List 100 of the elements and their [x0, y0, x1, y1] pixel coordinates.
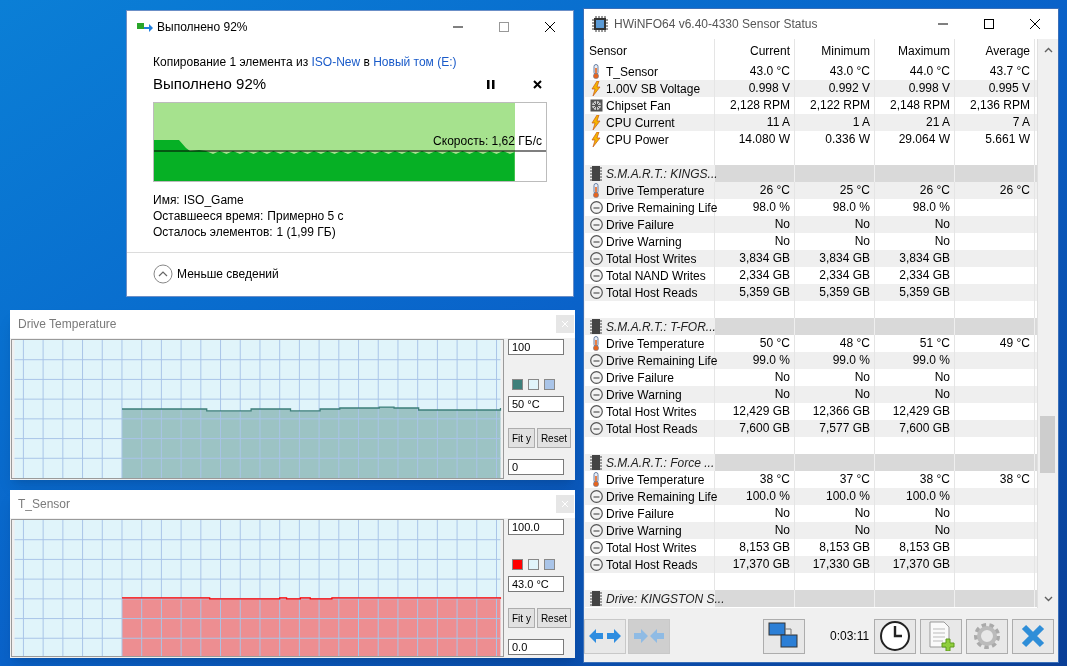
sensor-name: Drive Failure	[606, 216, 674, 234]
elapsed-time: 0:03:11	[830, 628, 870, 645]
fan-icon	[589, 99, 603, 112]
max-value-field[interactable]: 100	[508, 339, 564, 355]
sensor-name: CPU Current	[606, 114, 675, 132]
clock-button[interactable]	[874, 618, 917, 654]
detail-value: Примерно 5 с	[267, 208, 344, 224]
sensor-name: Chipset Fan	[606, 97, 671, 115]
current-value-field[interactable]: 43.0 °C	[508, 576, 564, 592]
sensor-name: 1.00V SB Voltage	[606, 80, 701, 98]
color-swatch[interactable]	[512, 379, 523, 390]
gauge-icon	[589, 507, 603, 520]
folder-link[interactable]: ISO-New	[311, 55, 361, 69]
graph-button[interactable]: Fit y	[508, 428, 535, 448]
detail-label: Оставшееся время:	[153, 208, 264, 224]
collapse-icon[interactable]	[153, 264, 173, 284]
stop-icon	[532, 79, 542, 89]
sensor-name: Drive Warning	[606, 522, 682, 540]
graph-button[interactable]: Reset	[536, 608, 571, 628]
chip-icon	[590, 455, 602, 470]
sensor-name: Total Host Reads	[606, 556, 698, 574]
gauge-icon	[589, 235, 603, 248]
color-swatch[interactable]	[544, 559, 555, 570]
graph-button[interactable]: Fit y	[508, 608, 535, 628]
color-swatch[interactable]	[528, 379, 539, 390]
color-swatch[interactable]	[528, 559, 539, 570]
lightning-icon	[591, 115, 601, 130]
sensor-name: Drive Failure	[606, 505, 674, 523]
gauge-icon	[589, 541, 603, 554]
lightning-icon	[591, 132, 601, 147]
double-arrow-icon	[588, 628, 622, 644]
color-swatch[interactable]	[512, 559, 523, 570]
gauge-icon	[589, 371, 603, 384]
speed-label: Скорость: 1,62 ГБ/с	[433, 134, 542, 148]
close-button[interactable]	[556, 495, 574, 513]
sensor-name: Drive Remaining Life	[606, 199, 718, 217]
current-value-field[interactable]: 50 °C	[508, 396, 564, 412]
detail-label: Осталось элементов:	[153, 224, 273, 240]
chip-icon	[590, 166, 602, 181]
sensor-name: Drive Temperature	[606, 335, 705, 353]
network-button[interactable]	[763, 618, 805, 654]
window-title: Drive Temperature	[18, 316, 118, 333]
fewer-details-button[interactable]: Меньше сведений	[177, 265, 279, 283]
sensor-name: Drive Remaining Life	[606, 488, 718, 506]
window-title: Выполнено 92%	[157, 19, 249, 36]
sensor-name: Total NAND Writes	[606, 267, 706, 285]
scroll-up-icon[interactable]	[1044, 47, 1053, 53]
progress-heading: Выполнено 92%	[153, 73, 268, 94]
chip-icon	[590, 591, 602, 606]
close-icon	[544, 21, 556, 33]
close-icon	[1021, 624, 1046, 648]
min-value-field[interactable]: 0.0	[508, 639, 564, 655]
converging-arrows-icon	[632, 628, 666, 644]
scrollbar[interactable]	[1037, 39, 1058, 608]
color-swatch[interactable]	[544, 379, 555, 390]
sensor-name: T_Sensor	[606, 63, 659, 81]
window-title: HWiNFO64 v6.40-4330 Sensor Status	[614, 16, 819, 33]
folder-link[interactable]: Новый том (E:)	[373, 55, 457, 69]
scrollbar-thumb[interactable]	[1040, 416, 1055, 473]
expand-button[interactable]	[584, 618, 626, 654]
detail-value: ISO_Game	[183, 192, 244, 208]
max-value-field[interactable]: 100.0	[508, 519, 564, 535]
sensor-name: Drive Warning	[606, 233, 682, 251]
scroll-down-icon[interactable]	[1044, 596, 1053, 602]
close-icon	[562, 501, 568, 507]
sensor-name: CPU Power	[606, 131, 669, 149]
sensor-name: Total Host Writes	[606, 403, 697, 421]
sensor-name: Drive Temperature	[606, 182, 705, 200]
lightning-icon	[591, 81, 601, 96]
graph-button[interactable]: Reset	[536, 428, 571, 448]
pause-icon	[487, 79, 495, 89]
sensor-name: Total Host Writes	[606, 250, 697, 268]
close-button[interactable]	[556, 315, 574, 333]
sensor-name: Total Host Reads	[606, 284, 698, 302]
sensor-name: Drive Warning	[606, 386, 682, 404]
min-value-field[interactable]: 0	[508, 459, 564, 475]
detail-value: 1 (1,99 ГБ)	[276, 224, 336, 240]
close-icon	[562, 321, 568, 327]
add-document-icon	[927, 621, 956, 651]
gauge-icon	[589, 201, 603, 214]
sensor-name: Total Host Reads	[606, 420, 698, 438]
detail-label: Имя:	[153, 192, 180, 208]
collapse-button[interactable]	[628, 618, 670, 654]
sensor-name: Drive Remaining Life	[606, 352, 718, 370]
gear-icon	[972, 621, 1003, 651]
copy-icon	[137, 21, 153, 33]
gauge-icon	[589, 405, 603, 418]
sensor-name: Total Host Writes	[606, 539, 697, 557]
maximize-icon	[983, 18, 995, 30]
chip-icon	[590, 319, 602, 334]
gauge-icon	[589, 269, 603, 282]
sensor-name: Drive Temperature	[606, 471, 705, 489]
settings-button[interactable]	[966, 618, 1009, 654]
monitors-icon	[767, 621, 801, 651]
chip-icon	[592, 16, 608, 32]
clock-icon	[879, 620, 912, 652]
close-icon	[1029, 18, 1041, 30]
exit-button[interactable]	[1012, 618, 1055, 654]
maximize-icon	[498, 21, 510, 33]
window-title: T_Sensor	[18, 496, 72, 513]
